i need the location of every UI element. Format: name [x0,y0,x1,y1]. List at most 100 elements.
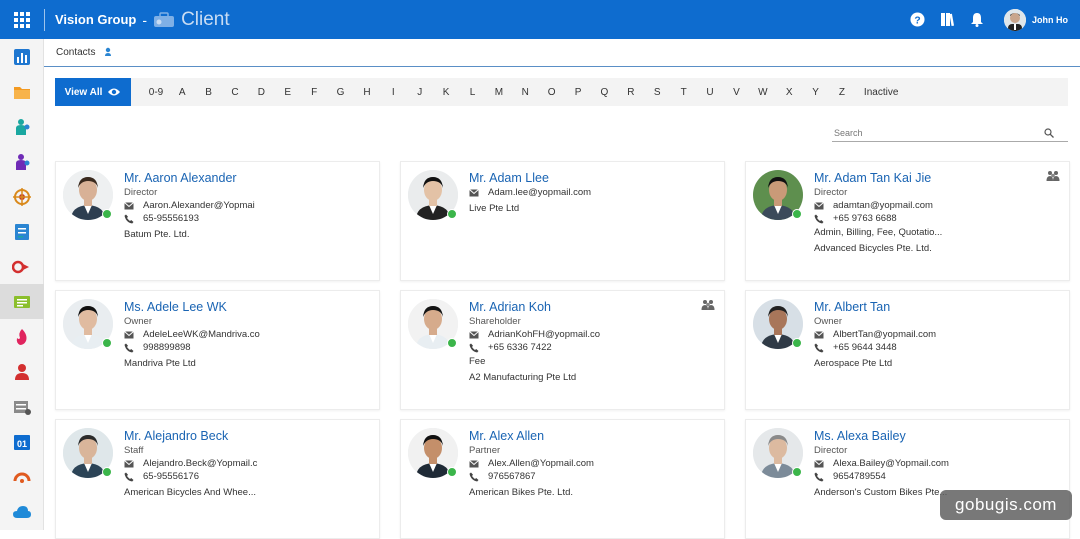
person-pin-icon[interactable] [103,47,113,59]
filter-letter[interactable]: Z [829,87,855,98]
contact-phone[interactable]: 65-95556176 [143,471,199,482]
filter-letter[interactable]: R [618,87,644,98]
contact-card[interactable]: Ms. Adele Lee WK Owner AdeleLeeWK@Mandriva… [55,290,380,410]
contact-phone-row: 65-95556176 [124,471,354,482]
nav-workflow[interactable] [0,249,44,284]
filter-letter[interactable]: L [459,87,485,98]
contact-email[interactable]: adamtan@yopmail.com [833,200,933,211]
filter-letter[interactable]: G [327,87,353,98]
contact-card[interactable]: Mr. Alejandro Beck Staff Alejandro.Beck@Yo… [55,419,380,539]
filter-letter[interactable]: Y [802,87,828,98]
filter-letter[interactable]: P [565,87,591,98]
online-status-icon [792,209,802,219]
filter-letter[interactable]: 0-9 [143,87,169,98]
nav-leads[interactable] [0,319,44,354]
brand-separator: - [142,11,148,28]
filter-letter[interactable]: C [222,87,248,98]
contact-name[interactable]: Ms. Alexa Bailey [814,429,1044,443]
filter-letter[interactable]: O [538,87,564,98]
contact-name[interactable]: Ms. Adele Lee WK [124,300,354,314]
contact-phone[interactable]: +65 9644 3448 [833,342,897,353]
contact-email[interactable]: Alejandro.Beck@Yopmail.c [143,458,257,469]
contact-card[interactable]: Mr. Alex Allen Partner Alex.Allen@Yopmail.… [400,419,725,539]
contact-email[interactable]: Aaron.Alexander@Yopmai [143,200,255,211]
contact-phone[interactable]: 976567867 [488,471,536,482]
contact-phone[interactable]: +65 9763 6688 [833,213,897,224]
filter-letter[interactable]: X [776,87,802,98]
nav-accounts[interactable] [0,354,44,389]
contact-email[interactable]: AdeleLeeWK@Mandriva.co [143,329,260,340]
contact-card[interactable]: Ms. Alexa Bailey Director Alexa.Bailey@Yop… [745,419,1070,539]
filter-letter[interactable]: M [486,87,512,98]
filter-letter[interactable]: S [644,87,670,98]
eye-icon [108,88,121,96]
filter-letter[interactable]: B [195,87,221,98]
contact-phone[interactable]: 9654789554 [833,471,886,482]
filter-letter[interactable]: W [750,87,776,98]
contact-name[interactable]: Mr. Adam Llee [469,171,699,185]
nav-analytics[interactable] [0,459,44,494]
view-all-button[interactable]: View All [55,78,131,106]
nav-people[interactable] [0,109,44,144]
phone-icon [124,472,134,482]
contact-phone[interactable]: 998899898 [143,342,191,353]
user-avatar[interactable] [1004,8,1026,31]
contact-name[interactable]: Mr. Aaron Alexander [124,171,354,185]
filter-letter[interactable]: I [380,87,406,98]
book-icon[interactable] [939,12,955,28]
view-all-label: View All [64,86,103,98]
app-launcher-button[interactable] [0,0,44,39]
contact-name[interactable]: Mr. Adrian Koh [469,300,699,314]
user-name[interactable]: John Ho [1032,15,1068,25]
group-icon[interactable] [1046,170,1060,182]
cloud-icon [13,505,31,518]
contact-name[interactable]: Mr. Albert Tan [814,300,1044,314]
filter-letter[interactable]: U [697,87,723,98]
filter-letter[interactable]: Q [591,87,617,98]
contact-card[interactable]: Mr. Adam Llee Adam.lee@yopmail.com Live Pt… [400,161,725,281]
group-icon[interactable] [701,299,715,311]
contact-name[interactable]: Mr. Alejandro Beck [124,429,354,443]
contact-email[interactable]: Alexa.Bailey@Yopmail.com [833,458,949,469]
filter-letter[interactable]: E [275,87,301,98]
nav-contacts[interactable] [0,284,44,319]
contact-card[interactable]: Mr. Aaron Alexander Director Aaron.Alexand… [55,161,380,281]
search-input[interactable] [832,127,1044,138]
filter-letter[interactable]: V [723,87,749,98]
envelope-icon [124,459,134,469]
contact-card[interactable]: Mr. Albert Tan Owner AlbertTan@yopmail.com… [745,290,1070,410]
filter-letter[interactable]: J [407,87,433,98]
nav-archive[interactable] [0,389,44,424]
filter-letter[interactable]: Inactive [855,87,907,98]
contact-card[interactable]: Mr. Adam Tan Kai Jie Director adamtan@yopm… [745,161,1070,281]
nav-target[interactable] [0,179,44,214]
filter-letter[interactable]: H [354,87,380,98]
folder-icon [14,86,30,99]
filter-letter[interactable]: A [169,87,195,98]
contact-phone[interactable]: +65 6336 7422 [488,342,552,353]
filter-letter[interactable]: T [670,87,696,98]
contact-name[interactable]: Mr. Adam Tan Kai Jie [814,171,1044,185]
contact-email[interactable]: Adam.lee@yopmail.com [488,187,591,198]
filter-letter[interactable]: N [512,87,538,98]
breadcrumb-contacts[interactable]: Contacts [56,47,95,58]
contact-phone[interactable]: 65-95556193 [143,213,199,224]
help-icon[interactable]: ? [909,12,925,28]
contact-email[interactable]: AlbertTan@yopmail.com [833,329,936,340]
contact-card[interactable]: Mr. Adrian Koh Shareholder AdrianKohFH@yop… [400,290,725,410]
filter-letter[interactable]: K [433,87,459,98]
contact-email[interactable]: AdrianKohFH@yopmail.co [488,329,600,340]
org-name[interactable]: Vision Group [55,12,136,27]
nav-folders[interactable] [0,74,44,109]
filter-letter[interactable]: D [248,87,274,98]
bell-icon[interactable] [969,12,985,28]
filter-letter[interactable]: F [301,87,327,98]
search-icon[interactable] [1044,127,1054,138]
nav-users[interactable] [0,144,44,179]
nav-cloud[interactable] [0,494,44,529]
contact-name[interactable]: Mr. Alex Allen [469,429,699,443]
nav-documents[interactable] [0,214,44,249]
nav-dashboard[interactable] [0,39,44,74]
nav-calendar[interactable]: 01 [0,424,44,459]
contact-email[interactable]: Alex.Allen@Yopmail.com [488,458,594,469]
